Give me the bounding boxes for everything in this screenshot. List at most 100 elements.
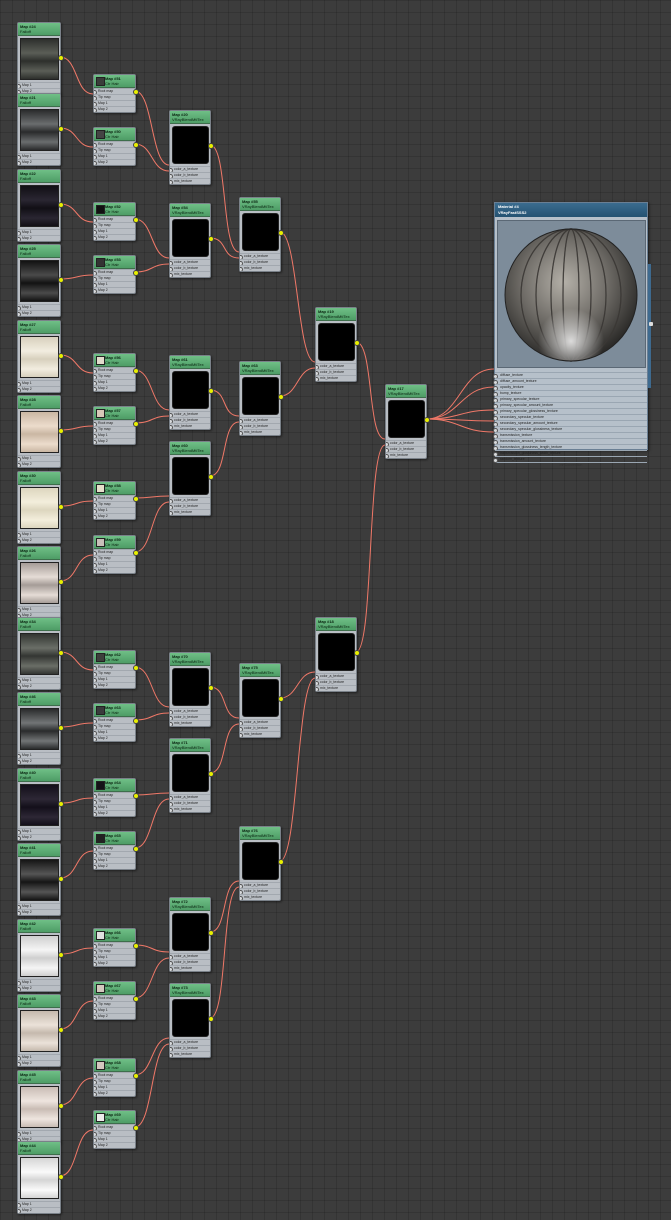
ctr-hair-node[interactable]: Map #51 Ctr Hair Root map Tip map Map 1 Map 2 xyxy=(93,74,136,113)
input-socket-row[interactable]: mix_texture xyxy=(240,265,280,271)
node-header[interactable]: Map #26 Falloff xyxy=(18,547,60,560)
falloff-node[interactable]: Map #44 Falloff Map 1 Map 2 xyxy=(17,1141,61,1214)
falloff-node[interactable]: Map #41 Falloff Map 1 Map 2 xyxy=(17,843,61,916)
node-header[interactable]: Map #71 VRayBlendMtlTex xyxy=(170,739,210,752)
input-socket-row[interactable]: Map 2 xyxy=(18,834,60,840)
node-header[interactable]: Map #34 Falloff xyxy=(18,618,60,631)
output-socket[interactable] xyxy=(278,394,284,400)
input-socket[interactable] xyxy=(94,236,97,240)
input-socket-row[interactable]: Map 2 xyxy=(94,159,135,165)
input-socket-row[interactable]: Map 2 xyxy=(18,683,60,689)
blend-node[interactable]: Map #63 VRayBlendMtlTex color_a_texture col… xyxy=(239,361,281,436)
node-header[interactable]: Map #25 Falloff xyxy=(18,245,60,258)
ctr-hair-node[interactable]: Map #56 Ctr Hair Root map Tip map Map 1 Map 2 xyxy=(93,353,136,392)
input-socket-row[interactable]: Map 2 xyxy=(94,810,135,816)
input-socket[interactable] xyxy=(94,569,97,573)
input-socket-row[interactable]: Map 2 xyxy=(18,159,60,165)
input-socket-row[interactable]: mix_texture xyxy=(170,965,210,971)
output-socket[interactable] xyxy=(58,428,64,434)
node-header[interactable]: Map #43 Falloff xyxy=(18,995,60,1008)
node-header[interactable]: Map #30 Falloff xyxy=(18,472,60,485)
blend-node[interactable]: Map #73 VRayBlendMtlTex color_a_texture col… xyxy=(169,983,211,1058)
input-socket-row[interactable]: Map 2 xyxy=(18,758,60,764)
ctr-hair-node[interactable]: Map #57 Ctr Hair Root map Tip map Map 1 Map 2 xyxy=(93,406,136,445)
node-header[interactable]: Map #22 Falloff xyxy=(18,170,60,183)
node-header[interactable]: Map #20 VRayBlendMtlTex xyxy=(170,111,210,124)
input-socket-row[interactable]: Map 2 xyxy=(18,461,60,467)
output-socket[interactable] xyxy=(208,930,214,936)
node-header[interactable]: Map #57 Ctr Hair xyxy=(94,407,135,420)
input-socket-row[interactable]: Map 2 xyxy=(94,385,135,391)
output-socket[interactable] xyxy=(58,1027,64,1033)
input-socket-row[interactable]: mix_texture xyxy=(170,1051,210,1057)
falloff-node[interactable]: Map #30 Falloff Map 1 Map 2 xyxy=(17,471,61,544)
node-scrollbar[interactable] xyxy=(648,264,651,388)
blend-node[interactable]: Map #20 VRayBlendMtlTex color_a_texture col… xyxy=(169,110,211,185)
input-socket[interactable] xyxy=(94,865,97,869)
input-socket-row[interactable]: Map 2 xyxy=(94,513,135,519)
input-socket-row[interactable]: mix_texture xyxy=(386,452,426,458)
falloff-node[interactable]: Map #22 Falloff Map 1 Map 2 xyxy=(17,169,61,242)
output-socket[interactable] xyxy=(354,340,360,346)
input-socket-row[interactable]: mix_texture xyxy=(170,720,210,726)
input-socket[interactable] xyxy=(18,312,21,316)
input-socket[interactable] xyxy=(94,387,97,391)
blend-node[interactable]: Map #17 VRayBlendMtlTex color_a_texture col… xyxy=(385,384,427,459)
falloff-node[interactable]: Map #45 Falloff Map 1 Map 2 xyxy=(17,1070,61,1143)
material-socket-row[interactable]: random_texture xyxy=(493,456,647,463)
output-socket[interactable] xyxy=(58,952,64,958)
blend-node[interactable]: Map #76 VRayBlendMtlTex color_a_texture col… xyxy=(239,826,281,901)
input-socket[interactable] xyxy=(170,967,173,971)
falloff-node[interactable]: Map #40 Falloff Map 1 Map 2 xyxy=(17,768,61,841)
input-socket[interactable] xyxy=(170,425,173,429)
input-socket-row[interactable]: Map 2 xyxy=(94,863,135,869)
input-socket[interactable] xyxy=(94,1015,97,1019)
node-header[interactable]: Map #28 Falloff xyxy=(18,396,60,409)
node-header[interactable]: Map #65 Ctr Hair xyxy=(94,832,135,845)
input-socket[interactable] xyxy=(94,962,97,966)
falloff-node[interactable]: Map #21 Falloff Map 1 Map 2 xyxy=(17,93,61,166)
input-socket[interactable] xyxy=(94,812,97,816)
input-socket[interactable] xyxy=(94,108,97,112)
input-socket[interactable] xyxy=(240,267,243,271)
input-socket[interactable] xyxy=(94,684,97,688)
node-header[interactable]: Map #59 Ctr Hair xyxy=(94,536,135,549)
input-socket-row[interactable]: Map 2 xyxy=(18,1060,60,1066)
output-socket[interactable] xyxy=(133,718,139,724)
input-socket-row[interactable]: Map 2 xyxy=(18,386,60,392)
output-socket[interactable] xyxy=(354,650,360,656)
input-socket[interactable] xyxy=(18,237,21,241)
falloff-node[interactable]: Map #43 Falloff Map 1 Map 2 xyxy=(17,994,61,1067)
blend-node[interactable]: Map #72 VRayBlendMtlTex color_a_texture col… xyxy=(169,897,211,972)
input-socket-row[interactable]: mix_texture xyxy=(170,178,210,184)
node-header[interactable]: Map #51 Ctr Hair xyxy=(94,75,135,88)
node-header[interactable]: Map #52 Ctr Hair xyxy=(94,203,135,216)
input-socket[interactable] xyxy=(18,161,21,165)
input-socket-row[interactable]: Map 2 xyxy=(94,234,135,240)
ctr-hair-node[interactable]: Map #53 Ctr Hair Root map Tip map Map 1 Map 2 xyxy=(93,255,136,294)
input-socket[interactable] xyxy=(240,431,243,435)
input-socket[interactable] xyxy=(94,161,97,165)
ctr-hair-node[interactable]: Map #69 Ctr Hair Root map Tip map Map 1 Map 2 xyxy=(93,1110,136,1149)
node-header[interactable]: Map #53 Ctr Hair xyxy=(94,256,135,269)
input-socket[interactable] xyxy=(18,911,21,915)
input-socket-row[interactable]: Map 2 xyxy=(94,106,135,112)
output-socket[interactable] xyxy=(58,801,64,807)
node-header[interactable]: Map #58 Ctr Hair xyxy=(94,482,135,495)
input-socket-row[interactable]: mix_texture xyxy=(170,806,210,812)
node-header[interactable]: Map #19 VRayBlendMtlTex xyxy=(316,308,356,321)
output-socket[interactable] xyxy=(58,1103,64,1109)
material-node[interactable]: Material #4 VRayFastSSS2 diffuse_texture di… xyxy=(493,202,648,467)
input-socket-row[interactable]: mix_texture xyxy=(240,894,280,900)
output-socket[interactable] xyxy=(58,202,64,208)
ctr-hair-node[interactable]: Map #66 Ctr Hair Root map Tip map Map 1 Map 2 xyxy=(93,928,136,967)
input-socket-row[interactable]: Map 2 xyxy=(18,1207,60,1213)
falloff-node[interactable]: Map #46 Falloff Map 1 Map 2 xyxy=(17,692,61,765)
ctr-hair-node[interactable]: Map #59 Ctr Hair Root map Tip map Map 1 Map 2 xyxy=(93,535,136,574)
falloff-node[interactable]: Map #34 Falloff Map 1 Map 2 xyxy=(17,617,61,690)
ctr-hair-node[interactable]: Map #63 Ctr Hair Root map Tip map Map 1 Map 2 xyxy=(93,703,136,742)
output-socket[interactable] xyxy=(133,270,139,276)
input-socket[interactable] xyxy=(316,687,319,691)
output-socket[interactable] xyxy=(58,579,64,585)
node-header[interactable]: Map #69 Ctr Hair xyxy=(94,1111,135,1124)
